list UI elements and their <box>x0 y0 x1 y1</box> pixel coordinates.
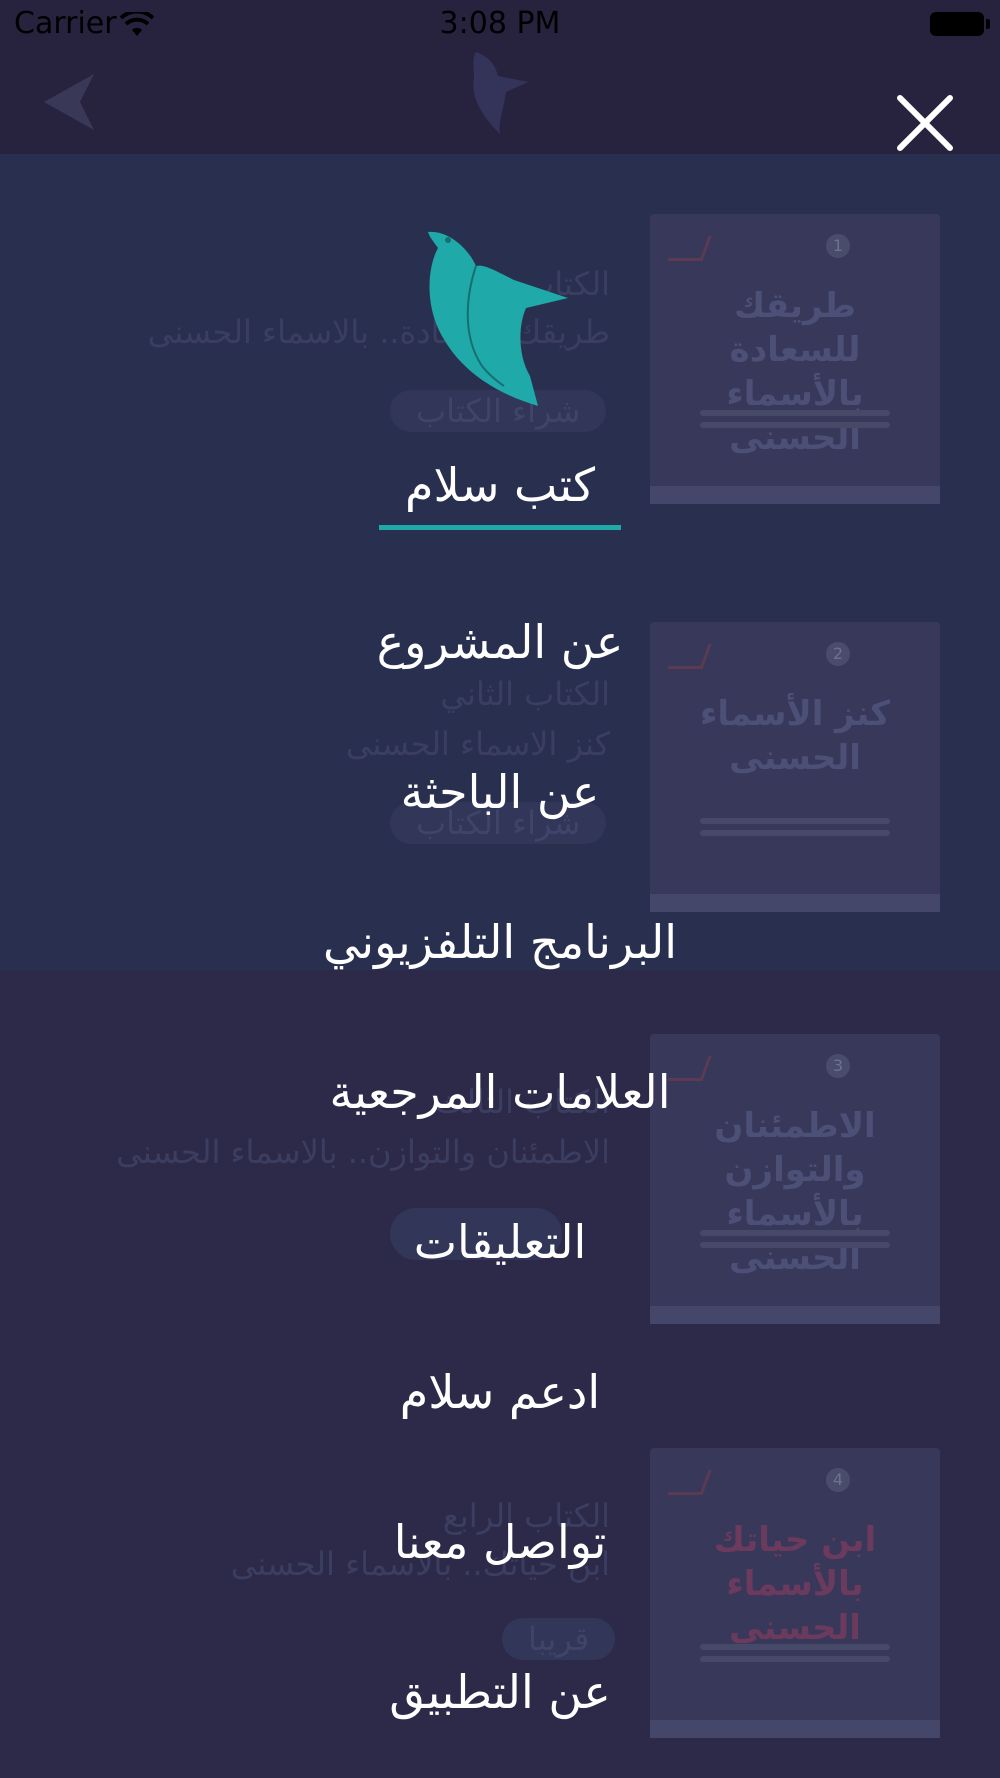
book-subtitle: الاطمئنان والتوازن.. بالاسماء الحسنى <box>116 1133 610 1171</box>
menu-title: كتب سلام <box>404 458 596 512</box>
nav-bird-logo-icon <box>473 52 528 134</box>
menu-item-about-project[interactable]: عن المشروع <box>0 612 1000 672</box>
book-section-3: 3 الاطمئنان والتوازن بالأسماء الحسنى الك… <box>0 970 1000 1378</box>
menu-item-comments[interactable]: التعليقات <box>0 1212 1000 1272</box>
battery-icon <box>930 12 990 36</box>
title-underline <box>379 525 621 530</box>
status-bar: Carrier 3:08 PM <box>0 0 1000 48</box>
menu-item-about-researcher[interactable]: عن الباحثة <box>0 762 1000 822</box>
menu-item-about-app[interactable]: عن التطبيق <box>0 1662 1000 1722</box>
menu-item-support[interactable]: ادعم سلام <box>0 1362 1000 1422</box>
book-subtitle: كنز الاسماء الحسنى <box>345 725 610 763</box>
menu-item-contact[interactable]: تواصل معنا <box>0 1512 1000 1572</box>
close-icon[interactable] <box>890 88 960 158</box>
cover-number: 4 <box>826 1468 850 1492</box>
cover-mark-icon <box>667 1470 712 1495</box>
book-heading: الكتاب الثاني <box>440 675 610 713</box>
menu-item-bookmarks[interactable]: العلامات المرجعية <box>0 1062 1000 1122</box>
menu-item-tv-program[interactable]: البرنامج التلفزيوني <box>0 912 1000 972</box>
back-arrow-icon <box>44 74 94 130</box>
status-time: 3:08 PM <box>439 6 561 41</box>
bird-logo-icon <box>428 231 568 406</box>
coming-soon-badge: قريبا <box>502 1618 616 1660</box>
cover-mark-icon <box>667 236 712 261</box>
cover-number: 1 <box>826 234 850 258</box>
